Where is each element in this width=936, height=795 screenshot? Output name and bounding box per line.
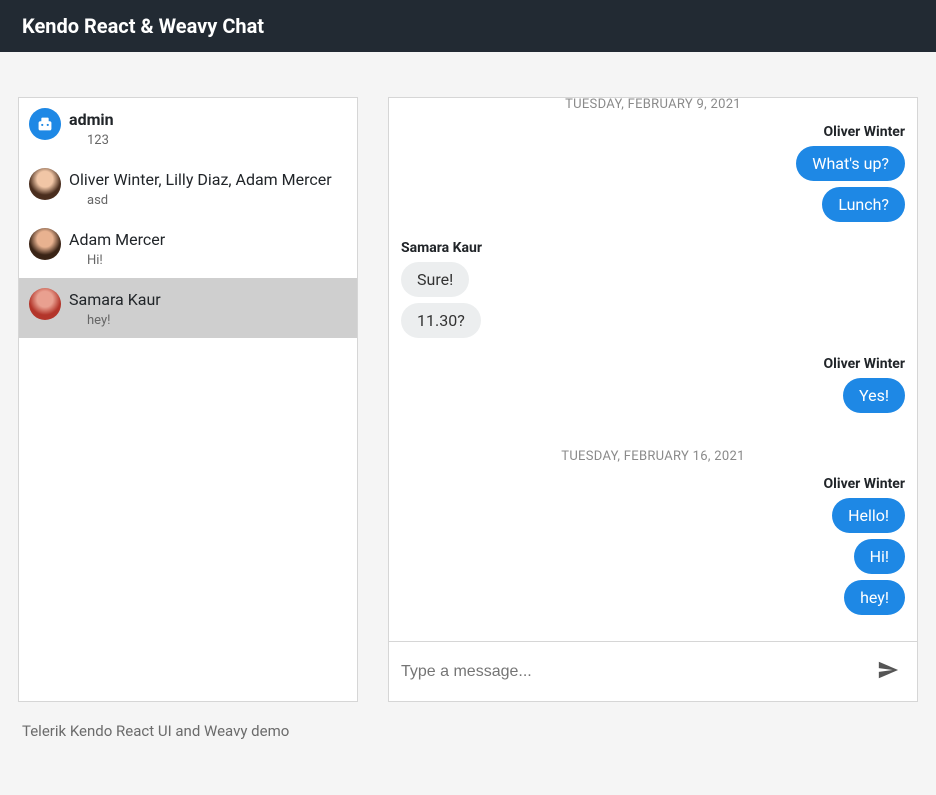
date-separator: TUESDAY, FEBRUARY 9, 2021 xyxy=(401,98,905,124)
app-header: Kendo React & Weavy Chat xyxy=(0,0,936,52)
message-group: Oliver Winter Yes! xyxy=(401,356,905,419)
send-button[interactable] xyxy=(871,653,905,690)
message-group: Oliver Winter Hello! Hi! hey! xyxy=(401,476,905,621)
avatar xyxy=(29,168,61,200)
send-icon xyxy=(877,669,899,684)
main-layout: admin 123 Oliver Winter, Lilly Diaz, Adam … xyxy=(0,52,936,702)
conversation-preview: 123 xyxy=(87,133,114,148)
conversation-name: Samara Kaur xyxy=(69,290,161,309)
conversation-body: Oliver Winter, Lilly Diaz, Adam Mercer as… xyxy=(69,168,332,208)
message-bubble: Hello! xyxy=(832,498,905,533)
conversation-body: Adam Mercer Hi! xyxy=(69,228,165,268)
message-bubble: Lunch? xyxy=(822,187,905,222)
conversation-preview: hey! xyxy=(87,313,161,328)
message-bubble: Yes! xyxy=(843,378,905,413)
message-input[interactable] xyxy=(401,663,871,681)
avatar xyxy=(29,288,61,320)
conversation-item[interactable]: Adam Mercer Hi! xyxy=(19,218,357,278)
message-bubble: 11.30? xyxy=(401,303,481,338)
conversation-name: admin xyxy=(69,110,114,129)
avatar xyxy=(29,108,61,140)
chat-scroll-area[interactable]: TUESDAY, FEBRUARY 9, 2021Oliver WinterWh… xyxy=(389,98,917,641)
message-group: Oliver Winter What's up? Lunch? xyxy=(401,124,905,228)
footer: Telerik Kendo React UI and Weavy demo xyxy=(0,702,936,760)
conversation-item[interactable]: Oliver Winter, Lilly Diaz, Adam Mercer as… xyxy=(19,158,357,218)
message-composer xyxy=(389,641,917,701)
footer-text: Telerik Kendo React UI and Weavy demo xyxy=(22,722,289,740)
date-separator: TUESDAY, FEBRUARY 16, 2021 xyxy=(401,431,905,476)
chat-panel: TUESDAY, FEBRUARY 9, 2021Oliver WinterWh… xyxy=(388,97,918,702)
app-title: Kendo React & Weavy Chat xyxy=(22,14,914,38)
message-bubble: hey! xyxy=(844,580,905,615)
message-sender: Oliver Winter xyxy=(401,356,905,372)
conversation-body: Samara Kaur hey! xyxy=(69,288,161,328)
message-sender: Oliver Winter xyxy=(401,476,905,492)
conversation-preview: Hi! xyxy=(87,253,165,268)
message-group: Samara Kaur Sure! 11.30? xyxy=(401,240,905,344)
conversation-body: admin 123 xyxy=(69,108,114,148)
conversation-item[interactable]: admin 123 xyxy=(19,98,357,158)
conversation-list: admin 123 Oliver Winter, Lilly Diaz, Adam … xyxy=(18,97,358,702)
conversation-item[interactable]: Samara Kaur hey! xyxy=(19,278,357,338)
conversation-name: Adam Mercer xyxy=(69,230,165,249)
message-bubble: Hi! xyxy=(854,539,905,574)
message-bubble: Sure! xyxy=(401,262,469,297)
conversation-name: Oliver Winter, Lilly Diaz, Adam Mercer xyxy=(69,170,332,189)
conversation-preview: asd xyxy=(87,193,332,208)
message-sender: Oliver Winter xyxy=(401,124,905,140)
avatar xyxy=(29,228,61,260)
message-sender: Samara Kaur xyxy=(401,240,905,256)
message-bubble: What's up? xyxy=(796,146,905,181)
